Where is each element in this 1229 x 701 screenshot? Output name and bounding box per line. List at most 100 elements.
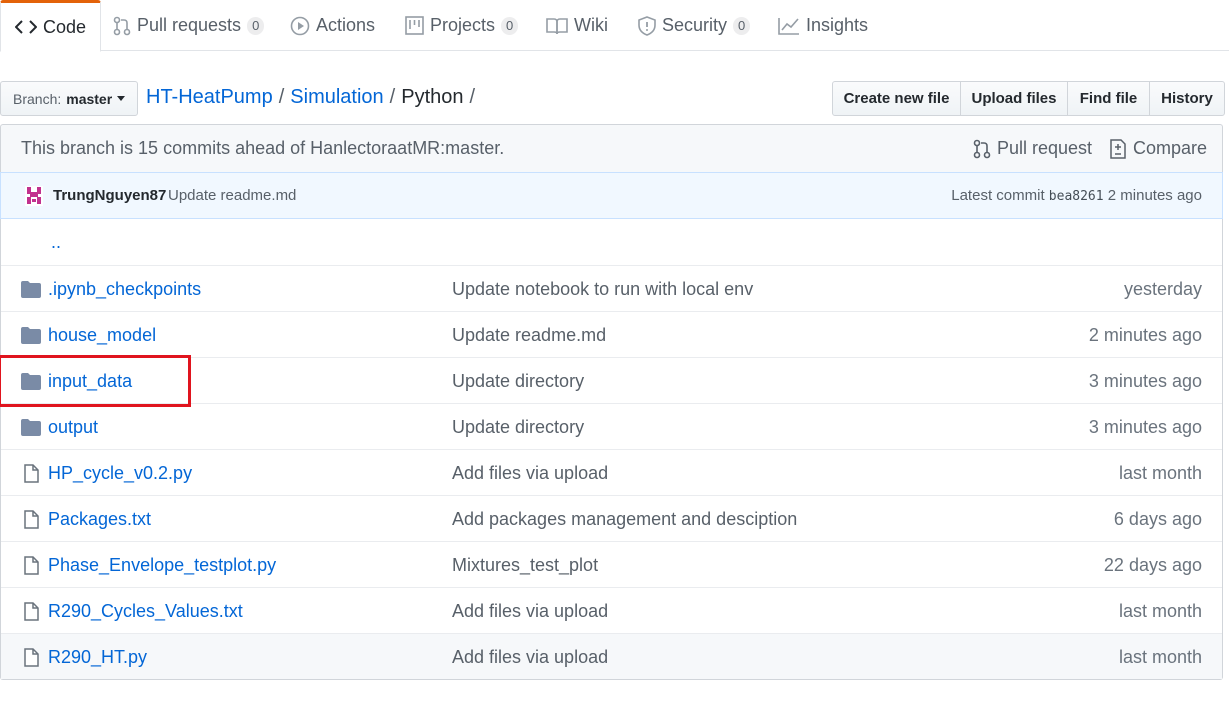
tab-code[interactable]: Code — [0, 0, 102, 52]
breadcrumb-separator: / — [469, 86, 476, 108]
directory-link[interactable]: house_model — [48, 325, 156, 346]
tab-label: Actions — [316, 15, 376, 35]
tab-insights[interactable]: Insights — [778, 0, 868, 51]
code-icon — [15, 19, 37, 35]
counter-badge: 0 — [247, 16, 265, 35]
file-row[interactable]: output Update directory 3 minutes ago — [1, 403, 1222, 449]
file-row[interactable]: Packages.txt Add packages management and … — [1, 495, 1222, 541]
caret-down-icon — [117, 96, 126, 101]
file-icon — [21, 555, 41, 575]
project-icon — [405, 16, 424, 35]
parent-directory-link[interactable]: .. — [51, 232, 61, 253]
commit-age: last month — [1118, 601, 1202, 621]
book-icon — [546, 17, 568, 35]
file-icon — [21, 463, 41, 483]
file-row[interactable]: Phase_Envelope_testplot.py Mixtures_test_… — [1, 541, 1222, 587]
breadcrumb: HT-HeatPump / Simulation / Python / — [146, 86, 481, 109]
parent-directory-row[interactable]: .. — [1, 219, 1222, 265]
diff-icon — [1109, 138, 1127, 159]
breadcrumb-dir-link[interactable]: Simulation — [290, 86, 383, 108]
breadcrumb-repo-link[interactable]: HT-HeatPump — [146, 86, 273, 108]
latest-commit-bar: TrungNguyen87 Update readme.md Latest co… — [0, 172, 1223, 219]
file-icon — [21, 647, 41, 667]
commit-message-link[interactable]: Update readme.md — [168, 187, 296, 204]
branch-info-bar: This branch is 15 commits ahead of Hanle… — [0, 124, 1223, 172]
branch-select-button[interactable]: Branch: master — [0, 81, 138, 116]
tab-label: Projects — [430, 15, 496, 35]
commit-message-link[interactable]: Update directory — [452, 417, 584, 438]
commit-message-link[interactable]: Add packages management and desciption — [452, 509, 797, 530]
commit-message-link[interactable]: Update directory — [452, 371, 584, 392]
tab-actions[interactable]: Actions — [290, 0, 375, 51]
tab-wiki[interactable]: Wiki — [546, 0, 608, 51]
commit-message-link[interactable]: Add files via upload — [452, 463, 608, 484]
commit-message-link[interactable]: Update readme.md — [452, 325, 606, 346]
avatar[interactable] — [25, 186, 43, 206]
tab-pull-requests[interactable]: Pull requests 0 — [113, 0, 265, 51]
file-row[interactable]: .ipynb_checkpoints Update notebook to run… — [1, 265, 1222, 311]
tab-security[interactable]: Security 0 — [638, 0, 751, 51]
file-icon — [21, 601, 41, 621]
play-icon — [290, 16, 310, 36]
commit-sha-link[interactable]: bea8261 — [1049, 189, 1104, 204]
tab-label: Security — [662, 15, 728, 35]
file-row[interactable]: R290_Cycles_Values.txt Add files via uplo… — [1, 587, 1222, 633]
folder-icon — [21, 372, 41, 390]
file-link[interactable]: HP_cycle_v0.2.py — [48, 463, 192, 484]
commit-age: 2 minutes ago — [1107, 187, 1202, 204]
pull-request-link[interactable]: Pull request — [973, 138, 1092, 159]
commit-author-link[interactable]: TrungNguyen87 — [53, 187, 166, 204]
create-new-file-button[interactable]: Create new file — [832, 81, 961, 116]
compare-label: Compare — [1133, 138, 1208, 158]
pull-request-icon — [973, 139, 991, 159]
pull-request-label: Pull request — [997, 138, 1093, 158]
commit-message-link[interactable]: Update notebook to run with local env — [452, 279, 753, 300]
file-link[interactable]: Phase_Envelope_testplot.py — [48, 555, 276, 576]
breadcrumb-separator: / — [389, 86, 396, 108]
graph-icon — [778, 17, 800, 35]
commit-age: 3 minutes ago — [1088, 417, 1202, 437]
commit-age: 3 minutes ago — [1088, 371, 1202, 391]
branch-prefix: Branch: — [13, 90, 62, 107]
counter-badge: 0 — [501, 16, 519, 35]
tab-label: Code — [43, 16, 87, 37]
tab-label: Wiki — [574, 15, 608, 35]
commit-age: 22 days ago — [1103, 555, 1202, 575]
file-row[interactable]: input_data Update directory 3 minutes ago — [1, 357, 1222, 403]
tab-projects[interactable]: Projects 0 — [405, 0, 519, 51]
file-list: .. .ipynb_checkpoints Update notebook to … — [0, 219, 1223, 680]
directory-link[interactable]: input_data — [48, 371, 132, 392]
file-row[interactable]: house_model Update readme.md 2 minutes ago — [1, 311, 1222, 357]
commit-age: 6 days ago — [1113, 509, 1202, 529]
file-link[interactable]: R290_Cycles_Values.txt — [48, 601, 243, 622]
commit-age: 2 minutes ago — [1088, 325, 1202, 345]
commit-age: last month — [1118, 463, 1202, 483]
file-link[interactable]: R290_HT.py — [48, 647, 147, 668]
find-file-button[interactable]: Find file — [1067, 81, 1150, 116]
file-row[interactable]: R290_HT.py Add files via upload last month — [1, 633, 1222, 679]
history-button[interactable]: History — [1149, 81, 1225, 116]
breadcrumb-current: Python — [401, 86, 464, 108]
commit-message-link[interactable]: Mixtures_test_plot — [452, 555, 598, 576]
tab-label: Insights — [806, 15, 869, 35]
folder-icon — [21, 418, 41, 436]
commit-message-link[interactable]: Add files via upload — [452, 647, 608, 668]
compare-link[interactable]: Compare — [1109, 138, 1207, 159]
latest-commit-prefix: Latest commit — [951, 187, 1045, 204]
shield-icon — [638, 15, 656, 36]
file-icon — [21, 509, 41, 529]
repo-nav: Code Pull requests 0 Actions Projects 0 … — [0, 0, 1229, 52]
file-actions-group: Create new file Upload files Find file H… — [832, 81, 1225, 116]
directory-link[interactable]: output — [48, 417, 98, 438]
tab-label: Pull requests — [137, 15, 242, 35]
commit-age: yesterday — [1123, 279, 1202, 299]
file-row[interactable]: HP_cycle_v0.2.py Add files via upload last… — [1, 449, 1222, 495]
file-link[interactable]: Packages.txt — [48, 509, 151, 530]
directory-link[interactable]: .ipynb_checkpoints — [48, 279, 201, 300]
branch-status-message: This branch is 15 commits ahead of Hanle… — [21, 138, 505, 158]
counter-badge: 0 — [733, 16, 751, 35]
commit-message-link[interactable]: Add files via upload — [452, 601, 608, 622]
upload-files-button[interactable]: Upload files — [960, 81, 1068, 116]
folder-icon — [21, 280, 41, 298]
folder-icon — [21, 326, 41, 344]
